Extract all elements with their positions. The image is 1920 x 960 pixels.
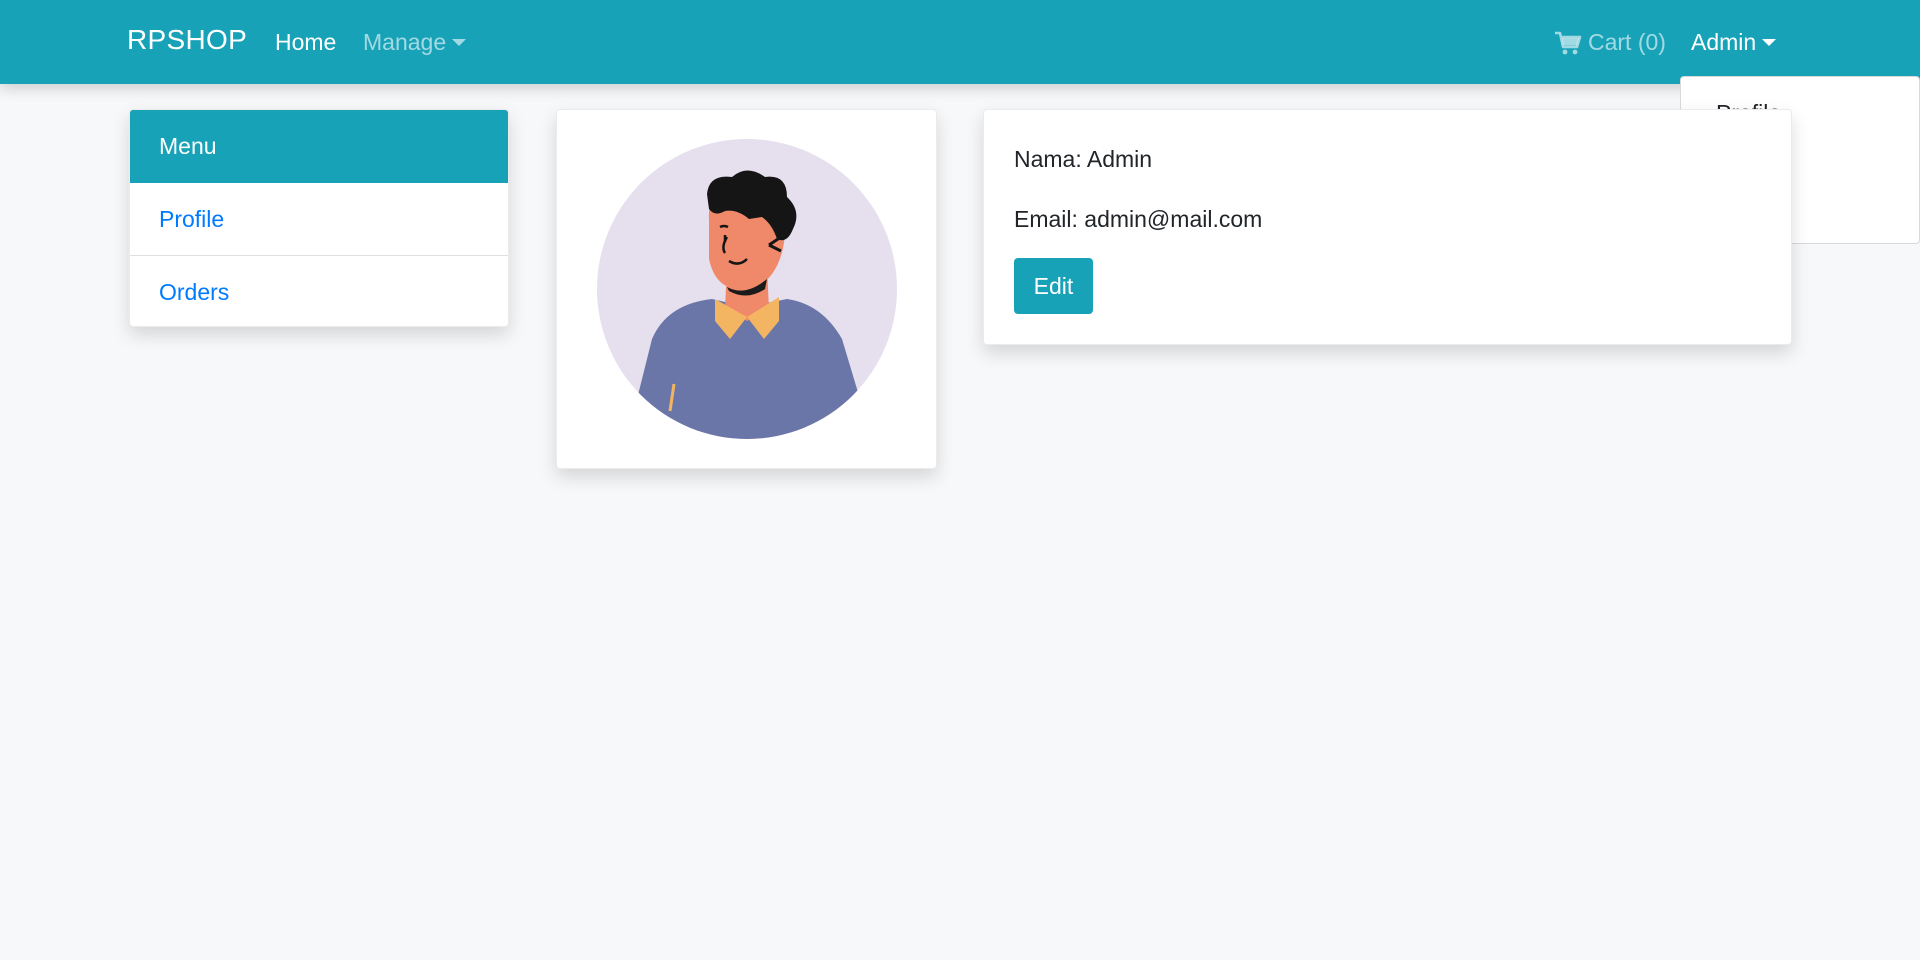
avatar xyxy=(597,139,897,439)
sidebar-item-orders[interactable]: Orders xyxy=(130,255,508,326)
nav-cart-link[interactable]: Cart (0) xyxy=(1554,29,1666,56)
edit-profile-button[interactable]: Edit xyxy=(1014,258,1093,314)
chevron-down-icon xyxy=(452,38,467,46)
profile-info-card: Nama: Admin Email: admin@mail.com Edit xyxy=(983,109,1792,345)
nav-user-dropdown[interactable]: Admin xyxy=(1691,29,1777,56)
nav-home-link[interactable]: Home xyxy=(275,29,336,56)
nav-user-label: Admin xyxy=(1691,29,1757,55)
profile-name: Nama: Admin xyxy=(1014,146,1153,172)
nav-manage-label: Manage xyxy=(363,29,447,55)
sidebar-item-profile[interactable]: Profile xyxy=(130,183,508,255)
cart-icon xyxy=(1555,31,1582,54)
chevron-down-icon xyxy=(1762,38,1777,46)
brand-logo[interactable]: RPSHOP xyxy=(127,24,247,56)
nav-manage-dropdown[interactable]: Manage xyxy=(363,29,467,56)
sidebar-menu-header: Menu xyxy=(130,110,508,183)
avatar-card xyxy=(556,109,937,469)
top-navbar: RPSHOP Home Manage Cart (0) Admin xyxy=(0,0,1920,84)
sidebar-menu: Menu Profile Orders xyxy=(129,109,509,327)
profile-email: Email: admin@mail.com xyxy=(1014,206,1263,232)
nav-cart-label: Cart (0) xyxy=(1588,29,1666,55)
